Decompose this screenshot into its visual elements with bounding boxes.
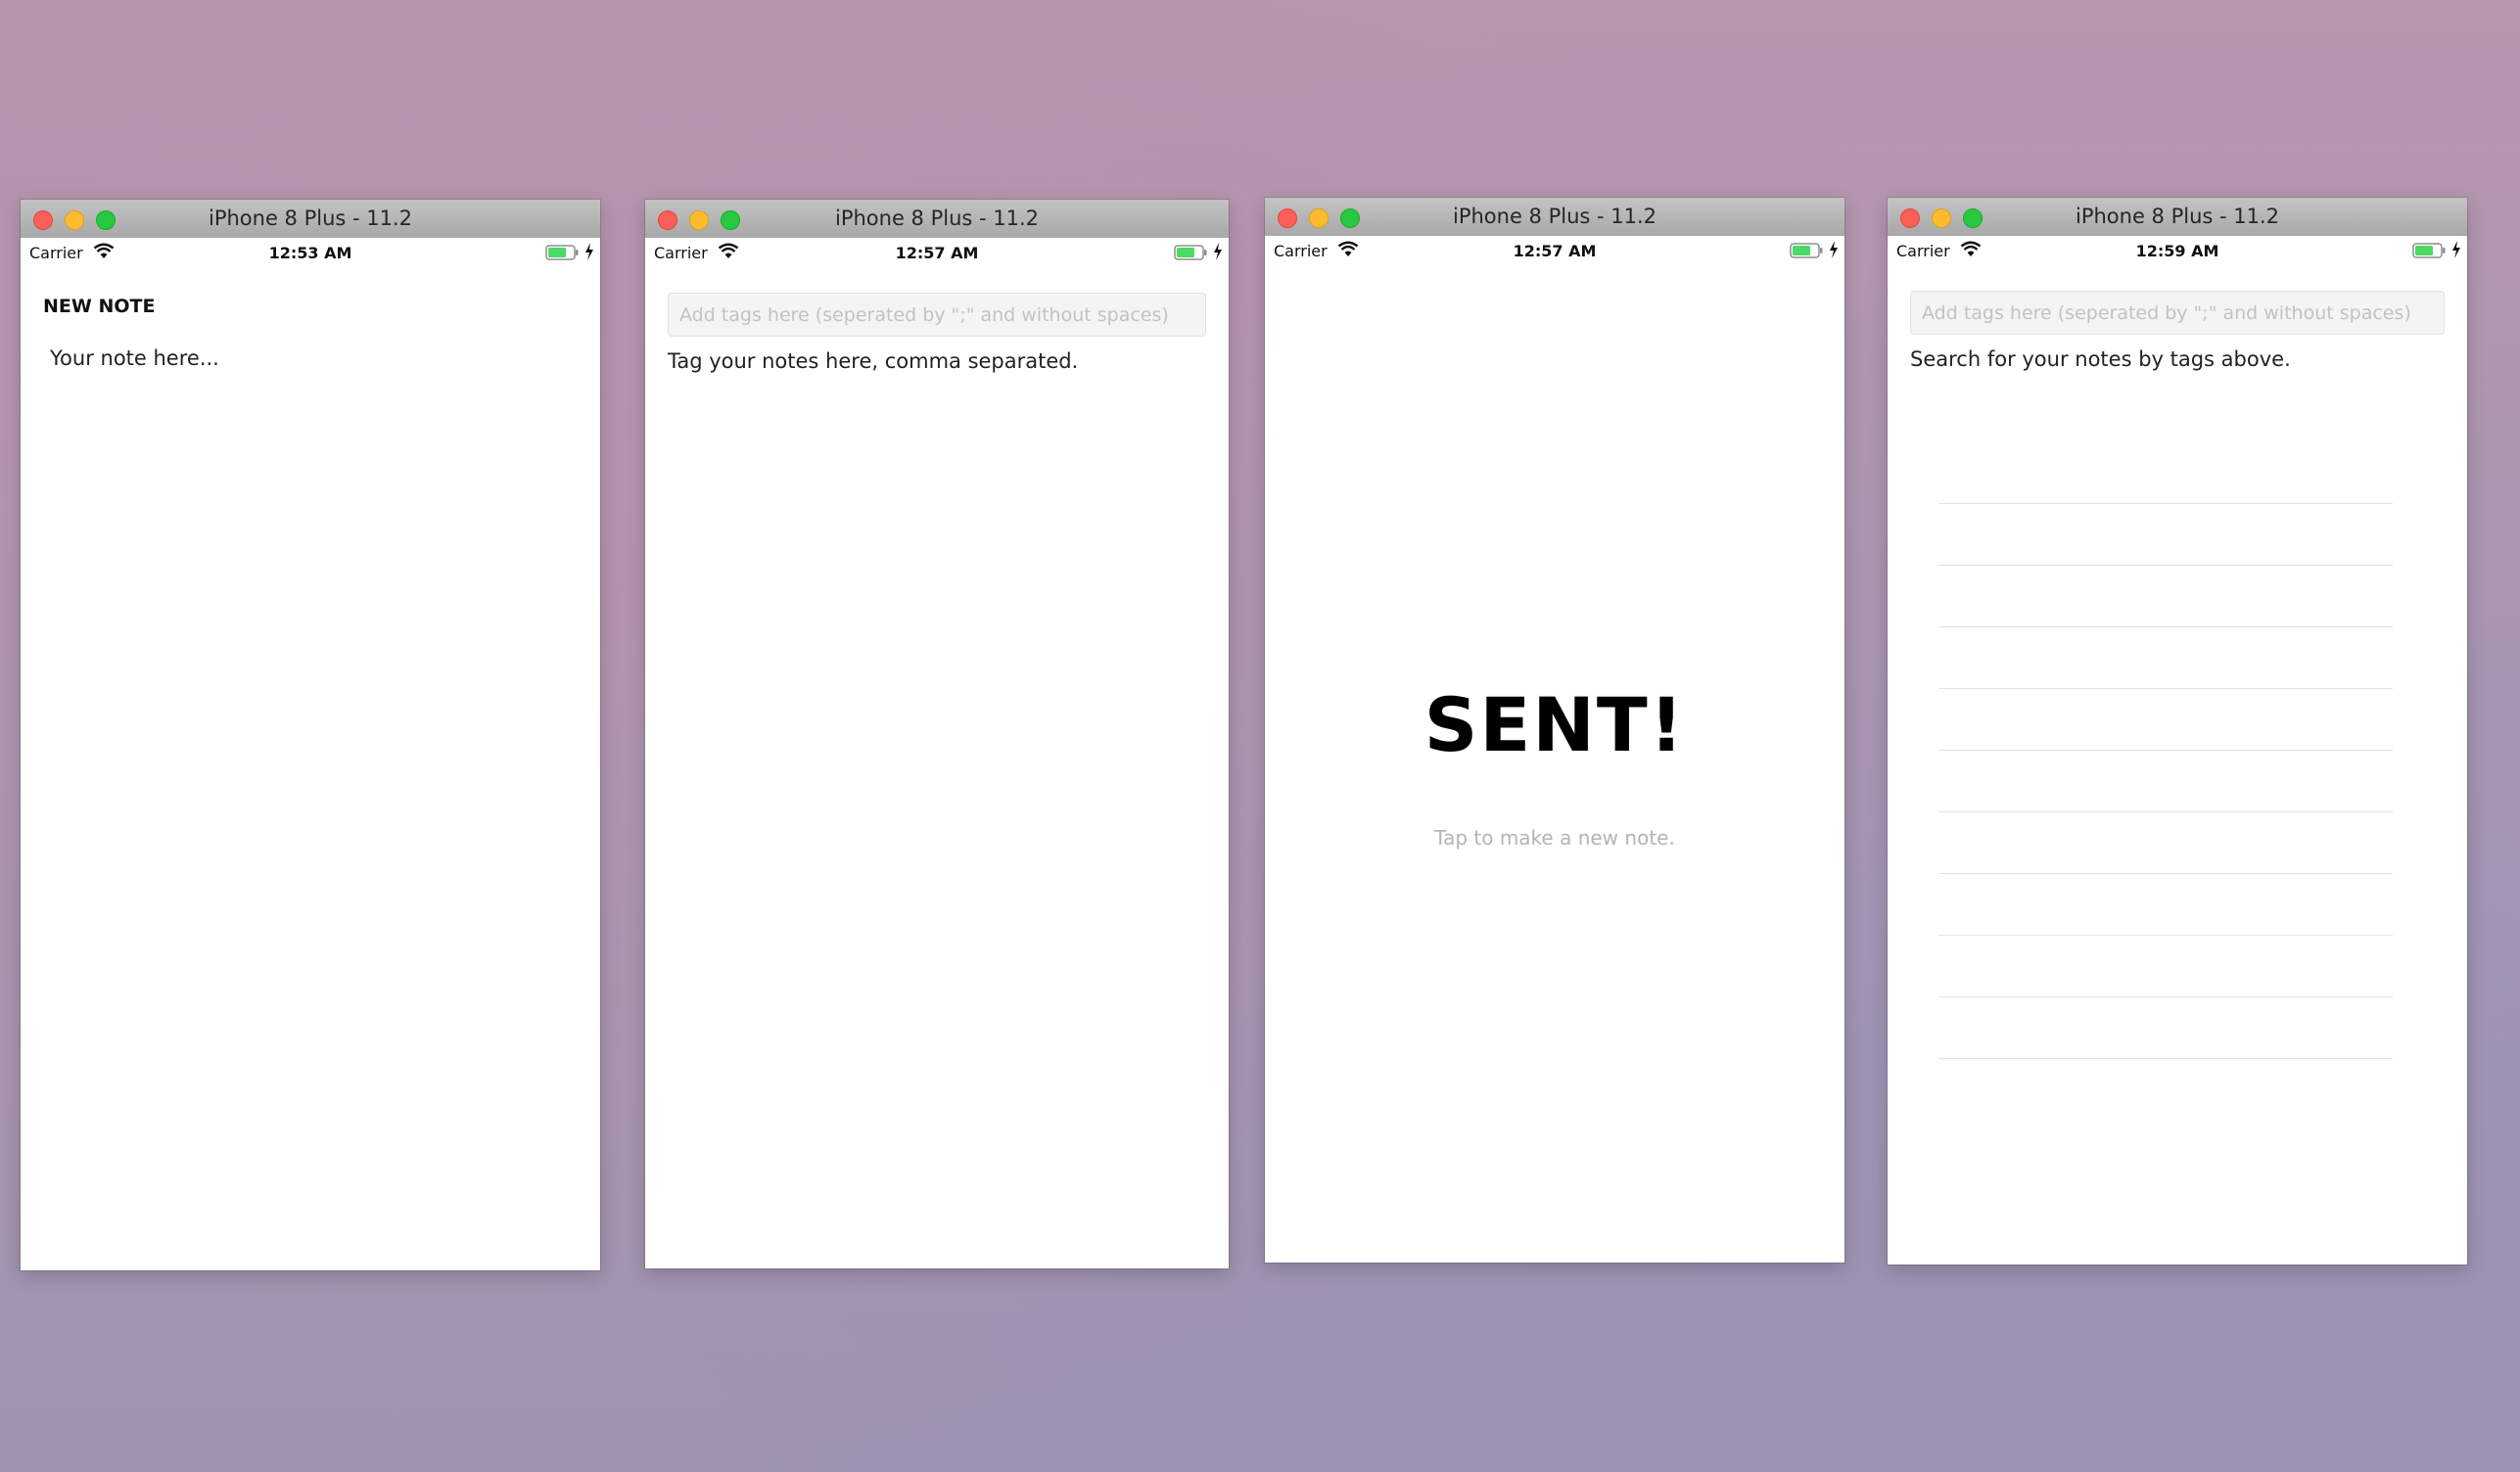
window-title: iPhone 8 Plus - 11.2 — [1452, 205, 1657, 228]
charging-bolt-icon — [1830, 241, 1838, 258]
status-bar: Carrier 12:59 AM — [1888, 236, 2467, 267]
device-screen: SENT! Tap to make a new note. Carrier 12… — [1265, 236, 1844, 1263]
window-titlebar[interactable]: iPhone 8 Plus - 11.2 — [1888, 198, 2467, 237]
window-title: iPhone 8 Plus - 11.2 — [2075, 205, 2280, 228]
status-bar: Carrier 12:57 AM — [1265, 236, 1844, 267]
simulator-window-sent: iPhone 8 Plus - 11.2 SENT! Tap to make a… — [1265, 198, 1844, 1263]
status-time: 12:59 AM — [2135, 242, 2219, 260]
new-note-tap-area[interactable]: SENT! Tap to make a new note. — [1265, 236, 1844, 1263]
search-result-row[interactable] — [1938, 812, 2393, 874]
status-bar: Carrier 12:53 AM — [21, 238, 600, 269]
charging-bolt-icon — [2452, 241, 2460, 258]
window-titlebar[interactable]: iPhone 8 Plus - 11.2 — [21, 200, 600, 239]
device-screen: Carrier 12:57 AM Tag your notes here, co… — [645, 238, 1229, 1268]
search-result-row[interactable] — [1938, 627, 2393, 689]
status-time: 12:57 AM — [1513, 242, 1597, 260]
battery-icon — [2412, 243, 2446, 258]
status-time: 12:57 AM — [895, 244, 979, 262]
search-result-row[interactable] — [1938, 751, 2393, 812]
window-title: iPhone 8 Plus - 11.2 — [834, 207, 1040, 230]
status-time: 12:53 AM — [268, 244, 352, 262]
search-result-row[interactable] — [1938, 874, 2393, 936]
sent-title: SENT! — [1423, 681, 1686, 768]
charging-bolt-icon — [585, 243, 593, 260]
window-titlebar[interactable]: iPhone 8 Plus - 11.2 — [1265, 198, 1844, 237]
search-result-row[interactable] — [1938, 997, 2393, 1059]
charging-bolt-icon — [1214, 243, 1222, 260]
status-bar: Carrier 12:57 AM — [645, 238, 1229, 269]
tag-input[interactable] — [668, 293, 1206, 337]
search-result-row[interactable] — [1938, 689, 2393, 751]
search-results-list[interactable] — [1938, 236, 2393, 1265]
simulator-window-new-note: iPhone 8 Plus - 11.2 Carrier 12:53 AM NE… — [21, 200, 600, 1270]
simulator-window-tags: iPhone 8 Plus - 11.2 Carrier 12:57 AM Ta… — [645, 200, 1229, 1268]
battery-icon — [1790, 243, 1823, 258]
search-result-row[interactable] — [1938, 442, 2393, 504]
battery-icon — [545, 245, 579, 260]
simulator-window-search: iPhone 8 Plus - 11.2 Carrier 12:59 AM Se… — [1888, 198, 2467, 1265]
window-title: iPhone 8 Plus - 11.2 — [208, 207, 413, 230]
search-result-row[interactable] — [1938, 566, 2393, 627]
window-titlebar[interactable]: iPhone 8 Plus - 11.2 — [645, 200, 1229, 239]
tap-new-note-hint: Tap to make a new note. — [1434, 826, 1675, 850]
note-text-area[interactable]: Your note here... — [50, 346, 219, 370]
tag-search-input[interactable] — [1910, 291, 2445, 335]
battery-icon — [1174, 245, 1207, 260]
search-hint-text: Search for your notes by tags above. — [1910, 347, 2291, 371]
device-screen: Carrier 12:59 AM Search for your notes b… — [1888, 236, 2467, 1265]
device-screen: Carrier 12:53 AM NEW NOTE Your note here… — [21, 238, 600, 1270]
tag-hint-text: Tag your notes here, comma separated. — [668, 349, 1079, 373]
new-note-heading: NEW NOTE — [43, 296, 156, 317]
search-result-row[interactable] — [1938, 504, 2393, 566]
search-result-row[interactable] — [1938, 936, 2393, 997]
